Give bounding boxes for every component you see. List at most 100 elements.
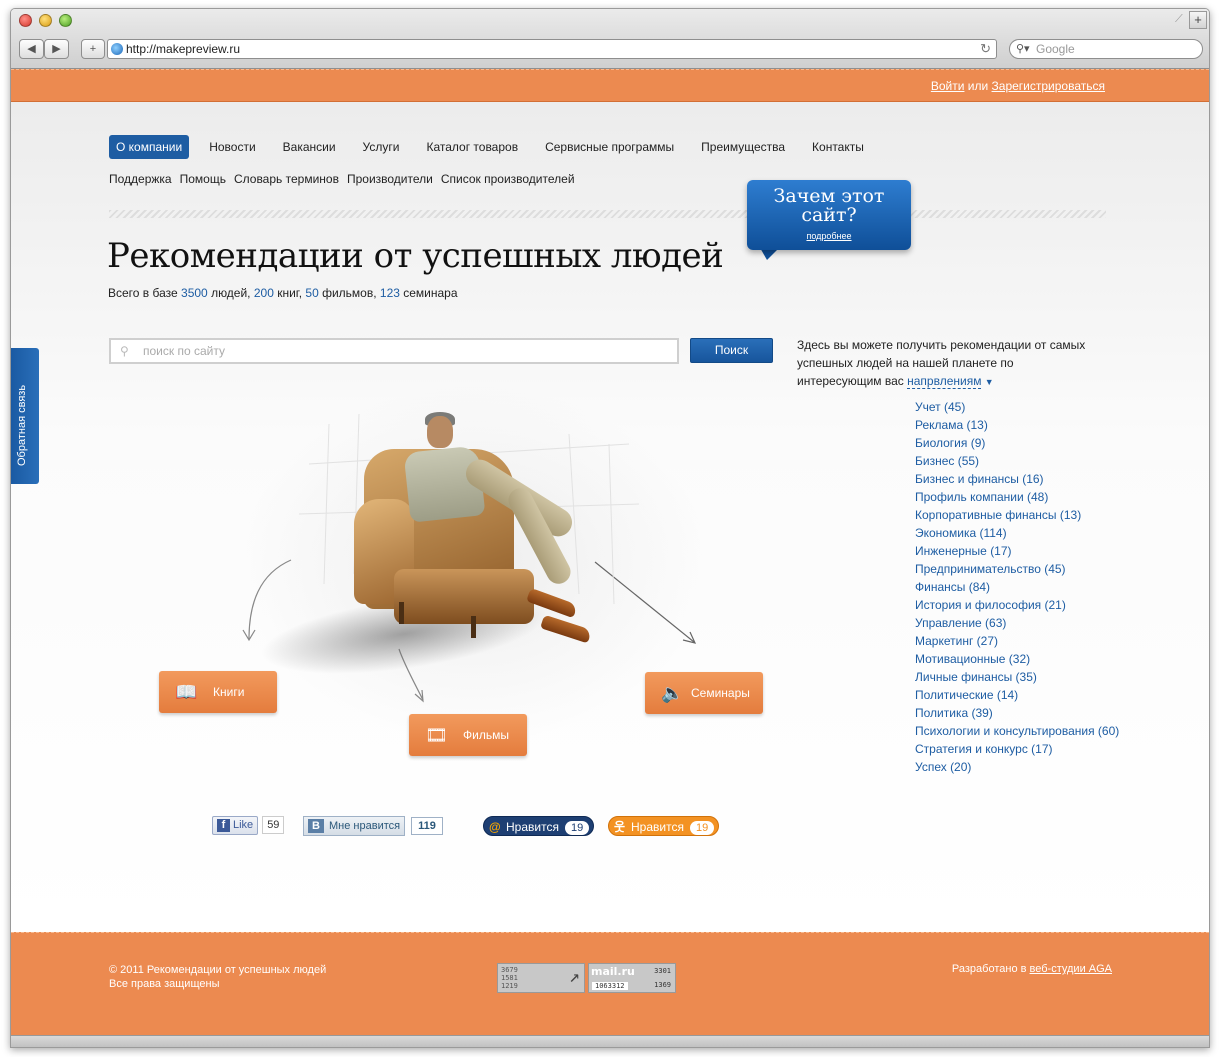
category-item[interactable]: Экономика (114)	[915, 524, 1119, 542]
mailru-like-button[interactable]: @ Нравится 19	[483, 816, 595, 836]
films-count[interactable]: 50	[305, 286, 318, 300]
nav-item-service-programs[interactable]: Сервисные программы	[538, 135, 681, 159]
search-input[interactable]: ⚲ поиск по сайту	[109, 338, 679, 364]
ok-like-label: Нравится	[631, 820, 684, 834]
category-list: Учет (45) Реклама (13) Биология (9) Бизн…	[915, 398, 1119, 776]
promo-bubble[interactable]: Зачем этот сайт? подробнее	[747, 180, 911, 250]
odnoklassniki-like-button[interactable]: 웃 Нравится 19	[608, 816, 720, 836]
armchair-seat	[394, 569, 534, 624]
vk-like-label: Мне нравится	[329, 820, 401, 832]
nav-item-advantages[interactable]: Преимущества	[694, 135, 792, 159]
category-item[interactable]: Биология (9)	[915, 434, 1119, 452]
books-count[interactable]: 200	[254, 286, 274, 300]
nav-item-news[interactable]: Новости	[202, 135, 262, 159]
promo-question: Зачем этот сайт?	[773, 185, 885, 226]
category-item[interactable]: Инженерные (17)	[915, 542, 1119, 560]
book-icon: 📖	[175, 682, 198, 702]
nav-item-services[interactable]: Услуги	[356, 135, 407, 159]
books-button[interactable]: 📖 Книги	[159, 671, 277, 713]
browser-search-field[interactable]: ⚲▾ Google	[1009, 39, 1203, 59]
category-item[interactable]: Маркетинг (27)	[915, 632, 1119, 650]
forward-button[interactable]: ▶	[44, 39, 69, 59]
dropdown-caret-icon[interactable]: ▼	[985, 377, 994, 387]
directions-dropdown[interactable]: напрвлениям	[907, 374, 982, 389]
browser-toolbar: ⟋ + ◀ ▶ + http://makepreview.ru ↻ ⚲▾ Goo…	[11, 9, 1209, 69]
top-auth-strip: Войти или Зарегистрироваться	[11, 69, 1209, 102]
category-item[interactable]: Политические (14)	[915, 686, 1119, 704]
copyright: © 2011 Рекомендации от успешных людей Вс…	[109, 963, 326, 991]
category-item[interactable]: Бизнес и финансы (16)	[915, 470, 1119, 488]
nav-item-vacancies[interactable]: Вакансии	[276, 135, 343, 159]
footer: © 2011 Рекомендации от успешных людей Вс…	[11, 932, 1209, 1035]
mailru-counter[interactable]: mail.ru 3301 1063312 1369	[588, 963, 676, 993]
counter-value: 1369	[654, 981, 671, 989]
new-tab-button[interactable]: +	[1189, 11, 1207, 29]
nav-item-help[interactable]: Помощь	[180, 172, 226, 186]
login-link[interactable]: Войти	[931, 79, 965, 93]
browser-search-placeholder: Google	[1036, 42, 1075, 56]
chair-leg	[471, 616, 476, 638]
minimize-window-button[interactable]	[39, 14, 52, 27]
category-item[interactable]: Личные финансы (35)	[915, 668, 1119, 686]
promo-more-link[interactable]: подробнее	[747, 231, 911, 241]
search-placeholder: поиск по сайту	[143, 344, 225, 358]
nav-item-support[interactable]: Поддержка	[109, 172, 172, 186]
developer-credit: Разработано в веб-студии AGA	[952, 963, 1112, 975]
feedback-tab[interactable]: Обратная связь	[11, 348, 39, 484]
seminars-count[interactable]: 123	[380, 286, 400, 300]
category-item[interactable]: Профиль компании (48)	[915, 488, 1119, 506]
category-item[interactable]: Мотивационные (32)	[915, 650, 1119, 668]
facebook-like-button[interactable]: f Like	[212, 816, 259, 835]
facebook-like: f Like 59	[212, 816, 285, 838]
vk-like: B Мне нравится 119	[303, 816, 443, 838]
speaker-icon: 🔈	[661, 683, 684, 703]
address-bar[interactable]: http://makepreview.ru ↻	[107, 39, 997, 59]
category-item[interactable]: Политика (39)	[915, 704, 1119, 722]
nav-item-contacts[interactable]: Контакты	[805, 135, 871, 159]
category-item[interactable]: Реклама (13)	[915, 416, 1119, 434]
seminars-button[interactable]: 🔈 Семинары	[645, 672, 763, 714]
category-item[interactable]: История и философия (21)	[915, 596, 1119, 614]
films-button[interactable]: 🎞 Фильмы	[409, 714, 527, 756]
stats-line: Всего в базе 3500 людей, 200 книг, 50 фи…	[108, 286, 458, 300]
category-item[interactable]: Финансы (84)	[915, 578, 1119, 596]
category-item[interactable]: Успех (20)	[915, 758, 1119, 776]
category-item[interactable]: Учет (45)	[915, 398, 1119, 416]
category-item[interactable]: Корпоративные финансы (13)	[915, 506, 1119, 524]
seminars-label: семинара	[399, 286, 458, 300]
category-item[interactable]: Стратегия и конкурс (17)	[915, 740, 1119, 758]
vk-like-button[interactable]: B Мне нравится	[303, 816, 406, 836]
stats-prefix: Всего в базе	[108, 286, 182, 300]
facebook-like-label: Like	[233, 819, 254, 831]
film-icon: 🎞	[425, 725, 448, 745]
category-item[interactable]: Психологии и консультирования (60)	[915, 722, 1119, 740]
zoom-window-button[interactable]	[59, 14, 72, 27]
films-label: Фильмы	[463, 728, 509, 742]
page-content: О компании Новости Вакансии Услуги Каталог т…	[11, 102, 1209, 932]
close-window-button[interactable]	[19, 14, 32, 27]
search-icon: ⚲	[120, 344, 129, 358]
globe-icon	[111, 43, 123, 55]
auth-or: или	[964, 79, 992, 93]
category-item[interactable]: Предпринимательство (45)	[915, 560, 1119, 578]
back-button[interactable]: ◀	[19, 39, 44, 59]
nav-item-catalog[interactable]: Каталог товаров	[419, 135, 525, 159]
category-item[interactable]: Управление (63)	[915, 614, 1119, 632]
add-bookmark-button[interactable]: +	[81, 39, 105, 59]
developer-link[interactable]: веб-студии AGA	[1030, 963, 1112, 975]
reload-icon[interactable]: ↻	[980, 40, 991, 58]
category-item[interactable]: Бизнес (55)	[915, 452, 1119, 470]
nav-item-company[interactable]: О компании	[109, 135, 190, 159]
rights-text: Все права защищены	[109, 978, 220, 990]
register-link[interactable]: Зарегистрироваться	[992, 79, 1105, 93]
secondary-nav: Поддержка Помощь Словарь терминов Производи…	[109, 172, 583, 186]
search-button[interactable]: Поиск	[690, 338, 773, 363]
people-count[interactable]: 3500	[181, 286, 208, 300]
nav-item-glossary[interactable]: Словарь терминов	[234, 172, 339, 186]
vk-icon: B	[308, 819, 324, 833]
counter-value: 1063312	[592, 982, 628, 990]
liveinternet-counter[interactable]: 3679 1581 1219 ↗	[497, 963, 585, 993]
people-label: людей,	[207, 286, 254, 300]
nav-item-manufacturers[interactable]: Производители	[347, 172, 433, 186]
nav-item-manufacturers-list[interactable]: Список производителей	[441, 172, 575, 186]
